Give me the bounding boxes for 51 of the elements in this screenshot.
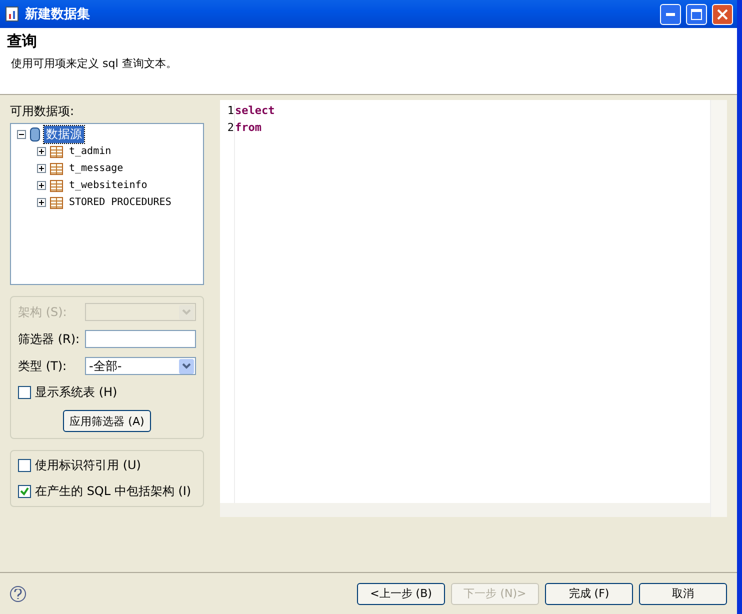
collapse-toggle[interactable] [17,130,26,139]
page-description: 使用可用项来定义 sql 查询文本。 [11,56,178,71]
maximize-icon [691,8,702,20]
close-button[interactable] [712,4,733,24]
type-dropdown[interactable]: -全部- [85,357,196,375]
maximize-button[interactable] [686,4,707,24]
wizard-button[interactable]: 取消 [639,582,727,604]
expand-toggle[interactable] [37,198,46,207]
window-title: 新建数据集 [25,6,91,23]
checkbox-label: 显示系统表 (H) [35,384,118,401]
minimize-button[interactable] [660,4,681,24]
checkbox[interactable] [18,459,31,472]
filter-label: 筛选器 (R): [18,330,80,348]
expand-toggle[interactable] [37,164,46,173]
schema-label: 架构 (S): [18,304,67,320]
wizard-button[interactable]: 完成 (F) [545,582,633,604]
wizard-button[interactable]: <上一步 (B) [357,582,445,604]
table-icon [50,180,63,192]
sql-editor[interactable]: 1 2 select from [220,100,727,517]
checkbox-label: 使用标识符引用 (U) [35,457,141,474]
line-number: 2 [227,121,234,136]
database-icon [30,127,40,142]
caret-icon [182,363,191,369]
vertical-scrollbar[interactable] [710,100,727,517]
tree-item[interactable]: STORED PROCEDURES [67,197,174,208]
line-number: 1 [227,104,234,119]
code-line: from [235,121,262,136]
tree-item[interactable]: t_admin [67,146,114,157]
table-icon [50,196,63,208]
expand-toggle[interactable] [37,147,46,156]
caret-icon [182,309,191,315]
code-line: select [235,104,275,119]
available-items-label: 可用数据项: [10,103,76,120]
tree-item[interactable]: 数据源 [44,126,84,143]
checkbox[interactable] [18,485,31,498]
dataset-icon [4,6,20,22]
expand-toggle[interactable] [37,181,46,190]
tree-item[interactable]: t_websiteinfo [67,180,150,191]
help-icon[interactable] [10,586,26,602]
table-icon [50,146,63,158]
tree-item[interactable]: t_message [67,163,126,174]
horizontal-scrollbar[interactable] [220,503,710,517]
checkbox[interactable] [18,386,31,399]
close-icon [717,8,728,20]
table-icon [50,162,63,174]
checkbox-label: 在产生的 SQL 中包括架构 (I) [35,483,192,500]
minimize-icon [666,12,675,16]
page-title: 查询 [7,32,38,51]
type-label: 类型 (T): [18,358,67,374]
apply-filter-button[interactable]: 应用筛选器 (A) [62,410,152,432]
filter-field[interactable] [85,330,196,348]
